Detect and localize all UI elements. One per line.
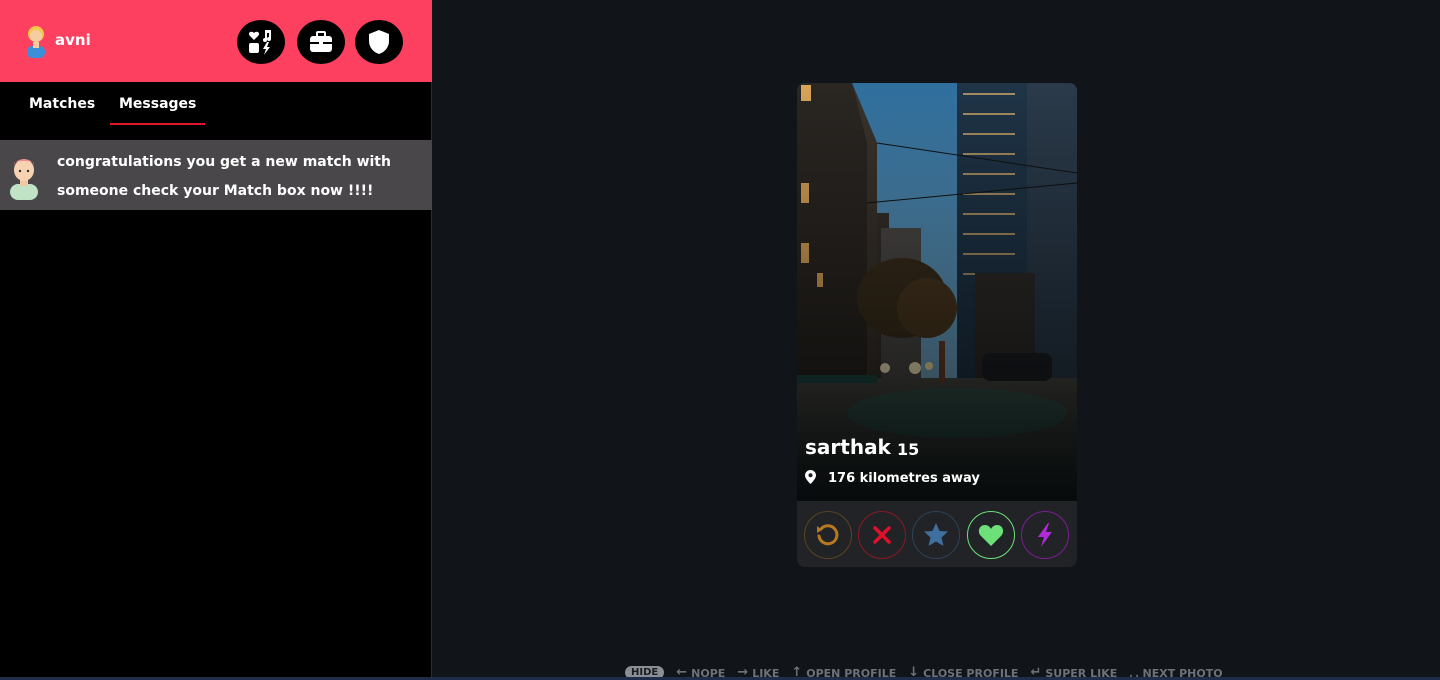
user-name[interactable]: avni: [55, 31, 91, 49]
nope-icon: [873, 526, 891, 544]
safety-button[interactable]: [355, 20, 403, 64]
profile-distance: 176 kilometres away: [828, 471, 980, 486]
like-icon: [978, 525, 1004, 546]
explore-button[interactable]: [237, 20, 285, 64]
like-button[interactable]: [967, 511, 1015, 559]
action-bar: [797, 501, 1077, 567]
nope-button[interactable]: [858, 511, 906, 559]
tab-matches[interactable]: Matches: [29, 96, 95, 117]
boost-button[interactable]: [1021, 511, 1069, 559]
sidebar-tabs: Matches Messages: [0, 82, 432, 140]
super-like-button[interactable]: [912, 511, 960, 559]
sidebar: avni Matches Messages congratulations yo…: [0, 0, 432, 680]
boost-icon: [1038, 523, 1052, 547]
tinder-explore-icon: [248, 30, 271, 55]
user-avatar-icon[interactable]: [22, 24, 50, 58]
work-mode-button[interactable]: [297, 20, 345, 64]
shield-icon: [369, 30, 389, 54]
tab-messages[interactable]: Messages: [109, 96, 206, 125]
match-avatar-icon: [10, 159, 38, 200]
location-pin-icon: [805, 470, 816, 484]
sidebar-header: avni: [0, 0, 432, 82]
profile-photo[interactable]: sarthak 15 176 kilometres away: [797, 83, 1077, 501]
rewind-icon: [817, 524, 839, 546]
super-like-icon: [924, 523, 948, 546]
message-list-item[interactable]: congratulations you get a new match with…: [0, 140, 432, 210]
briefcase-icon: [310, 31, 332, 52]
profile-age: 15: [897, 440, 920, 459]
profile-name: sarthak: [805, 435, 891, 459]
profile-card[interactable]: sarthak 15 176 kilometres away: [797, 83, 1077, 567]
app-window: avni Matches Messages congratulations yo…: [0, 0, 1440, 680]
rewind-button[interactable]: [804, 511, 852, 559]
message-preview: congratulations you get a new match with…: [57, 154, 391, 199]
